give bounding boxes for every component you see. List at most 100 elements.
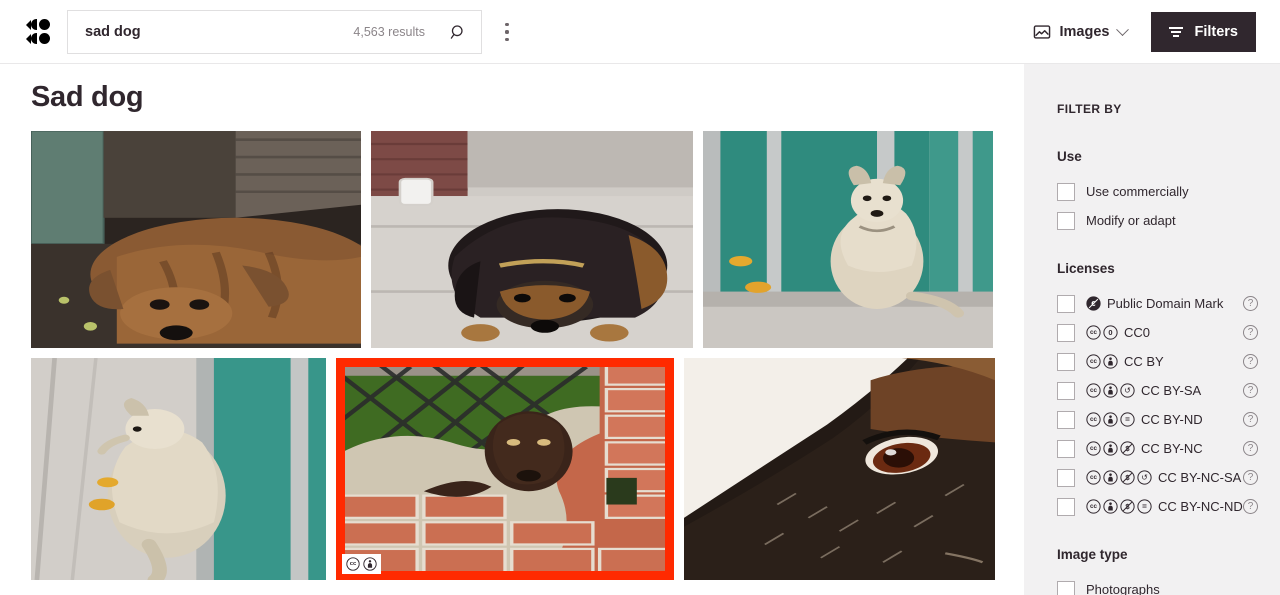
cc-by-icon [1103,412,1118,427]
checkbox[interactable] [1057,410,1075,429]
result-tile-brindle-dog-lying-on-ground[interactable] [31,131,361,348]
checkbox[interactable] [1057,468,1075,487]
svg-text:↺: ↺ [1141,473,1148,482]
filter-group-licenses: Licenses€Public Domain Mark?cc0CC0?cc CC… [1057,261,1258,521]
result-tile-chocolate-lab-behind-brick-wall[interactable]: cc [336,358,674,580]
result-tile-close-up-of-dark-dog-eye[interactable] [684,358,995,580]
cc-cc-icon: cc [346,557,360,571]
brindle-dog-lying-on-ground-image [31,131,361,348]
cc-nc-icon: $ [1120,470,1135,485]
checkbox[interactable] [1057,439,1075,458]
filter-option-label: Public Domain Mark [1107,296,1224,311]
filter-option-public-domain-mark[interactable]: € Public Domain Mark? [1057,289,1258,318]
cc-cc-icon: cc [1086,441,1101,456]
filters-button-label: Filters [1194,24,1238,40]
cc-sa-icon: ↺ [1120,383,1135,398]
filter-sidebar-heading: FILTER BY [1057,102,1122,116]
filter-option-cc-by-nd[interactable]: cc = CC BY-ND? [1057,405,1258,434]
logo-row-top [26,19,58,30]
filter-option-cc-by[interactable]: cc CC BY? [1057,347,1258,376]
openverse-logo[interactable] [26,18,58,46]
filter-option-modify-or-adapt[interactable]: Modify or adapt [1057,206,1258,235]
help-icon[interactable]: ? [1243,441,1258,456]
help-icon[interactable]: ? [1243,325,1258,340]
checkbox[interactable] [1057,381,1075,400]
license-icons: cc $ ↺ [1086,470,1152,485]
filter-option-cc-by-nc[interactable]: cc $ CC BY-NC? [1057,434,1258,463]
cc-cc-icon: cc [1086,354,1101,369]
license-badges: cc [342,554,381,574]
help-icon[interactable]: ? [1243,354,1258,369]
filters-button[interactable]: Filters [1151,12,1256,52]
logo-halfcircle-icon [31,33,37,44]
header-actions: Images Filters [1023,0,1256,64]
kebab-dot [505,37,509,41]
license-icons: cc [1086,354,1118,369]
cream-dog-sitting-by-green-door-image [703,131,993,348]
kebab-dot [505,30,509,34]
search-button[interactable] [435,11,481,53]
filter-option-label: CC BY-ND [1141,412,1203,427]
content-type-label: Images [1059,24,1110,40]
content-type-switcher[interactable]: Images [1023,15,1138,49]
cc-by-icon [363,557,377,571]
cc-nc-icon: $ [1120,499,1135,514]
filter-option-label: Modify or adapt [1086,213,1176,228]
help-icon[interactable]: ? [1243,296,1258,311]
cc-by-icon [1103,354,1118,369]
svg-text:0: 0 [1108,328,1112,337]
filter-option-label: CC BY-SA [1141,383,1202,398]
checkbox[interactable] [1057,497,1075,516]
checkbox[interactable] [1057,580,1075,595]
checkbox[interactable] [1057,211,1075,230]
chocolate-lab-behind-brick-wall-image [336,358,674,580]
svg-text:cc: cc [1090,329,1097,336]
filter-option-cc-by-nc-sa[interactable]: cc $ ↺ CC BY-NC-SA? [1057,463,1258,492]
filter-option-cc0[interactable]: cc 0 CC0? [1057,318,1258,347]
search-input[interactable] [68,24,354,40]
help-icon[interactable]: ? [1243,383,1258,398]
filter-option-label: Photographs [1086,582,1160,595]
filter-option-label: CC BY-NC-SA [1158,470,1242,485]
filter-lines-icon [1169,26,1184,38]
checkbox[interactable] [1057,323,1075,342]
close-up-of-dark-dog-eye-image [684,358,995,580]
result-tile-cream-dog-sitting-by-green-door[interactable] [703,131,993,348]
cc-nd-icon: = [1120,412,1135,427]
search-icon [450,24,463,39]
license-icons: cc $ [1086,441,1135,456]
license-icons: cc $ = [1086,499,1152,514]
search-bar: 4,563 results [67,10,482,54]
logo-circle-icon [39,19,50,30]
image-icon [1033,25,1050,39]
result-tile-black-and-tan-dog-on-sidewalk[interactable] [371,131,693,348]
checkbox[interactable] [1057,352,1075,371]
help-icon[interactable]: ? [1243,412,1258,427]
filter-group-title: Licenses [1057,261,1115,276]
page-title: Sad dog [31,81,144,113]
checkbox[interactable] [1057,294,1075,313]
cc-nc-icon: $ [1120,441,1135,456]
svg-text:cc: cc [1090,503,1097,510]
cc-cc-icon: cc [1086,499,1101,514]
result-tile-pale-dog-lying-by-glass-door[interactable] [31,358,326,580]
svg-text:cc: cc [350,561,357,567]
filter-group-image-type: Image type Photographs [1057,547,1258,595]
help-icon[interactable]: ? [1243,470,1258,485]
logo-row-bottom [26,33,58,44]
filter-option-label: CC BY-NC [1141,441,1203,456]
license-icons: cc = [1086,412,1135,427]
cc-cc-icon: cc [1086,412,1101,427]
svg-text:cc: cc [1090,474,1097,481]
filter-option-use-commercially[interactable]: Use commercially [1057,177,1258,206]
help-icon[interactable]: ? [1243,499,1258,514]
kebab-dot [505,23,509,27]
more-options-button[interactable] [497,20,517,44]
filter-group-use: Use Use commercially Modify or adapt [1057,149,1258,235]
filter-option-cc-by-sa[interactable]: cc ↺ CC BY-SA? [1057,376,1258,405]
cc-by-icon [1103,470,1118,485]
checkbox[interactable] [1057,182,1075,201]
filter-option-photographs[interactable]: Photographs [1057,575,1258,595]
filter-option-cc-by-nc-nd[interactable]: cc $ = CC BY-NC-ND? [1057,492,1258,521]
svg-text:=: = [1142,502,1147,511]
